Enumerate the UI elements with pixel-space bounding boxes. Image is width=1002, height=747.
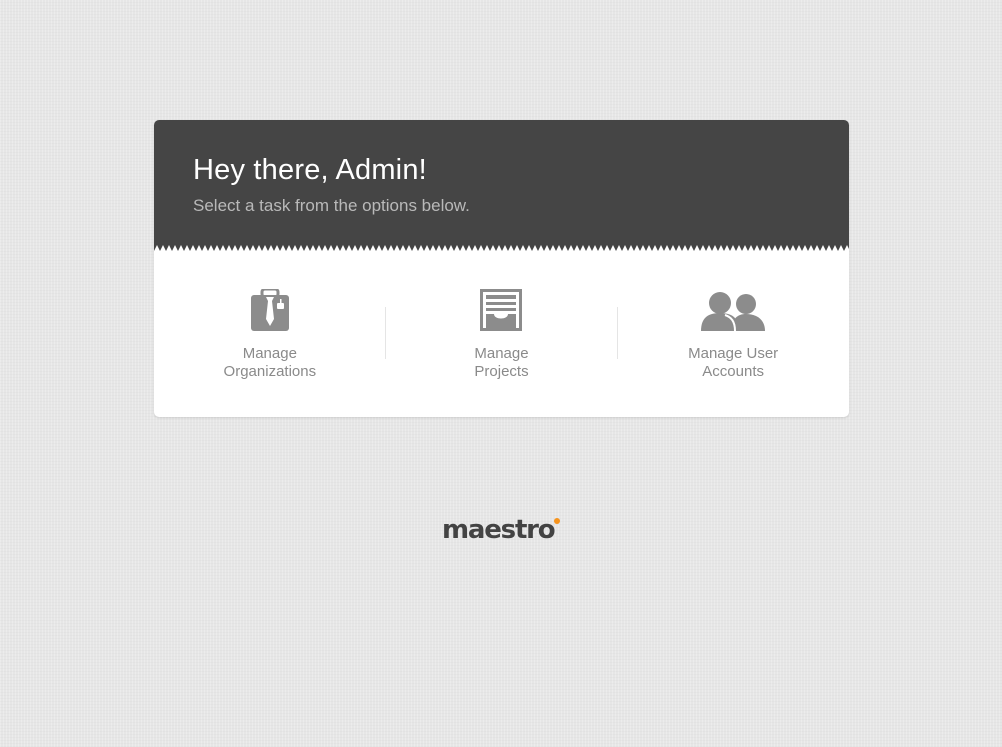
manage-projects-button[interactable]: Manage Projects xyxy=(386,251,618,417)
label-line: Manage User xyxy=(688,345,779,362)
label-line: Manage xyxy=(242,345,297,362)
maestro-logo: maestro xyxy=(442,515,556,545)
manage-organizations-label: Manage Organizations xyxy=(154,345,386,381)
admin-task-card: Hey there, Admin! Select a task from the… xyxy=(154,120,849,417)
manage-user-accounts-button[interactable]: Manage User Accounts xyxy=(617,251,849,417)
label-line: Organizations xyxy=(223,363,317,380)
manage-projects-label: Manage Projects xyxy=(386,345,618,381)
label-line: Accounts xyxy=(702,363,764,380)
task-options: Manage Organizations Manage Projects Man… xyxy=(154,251,849,417)
briefcase-tie-icon xyxy=(238,289,302,331)
label-line: Manage xyxy=(474,345,529,362)
label-line: Projects xyxy=(474,363,529,380)
logo-accent-dot xyxy=(554,518,560,524)
manage-user-accounts-label: Manage User Accounts xyxy=(617,345,849,381)
greeting-subtitle: Select a task from the options below. xyxy=(193,196,470,215)
card-header: Hey there, Admin! Select a task from the… xyxy=(154,120,849,251)
document-tray-icon xyxy=(469,289,533,331)
greeting-heading: Hey there, Admin! xyxy=(193,154,427,186)
manage-organizations-button[interactable]: Manage Organizations xyxy=(154,251,386,417)
users-icon xyxy=(701,289,766,331)
